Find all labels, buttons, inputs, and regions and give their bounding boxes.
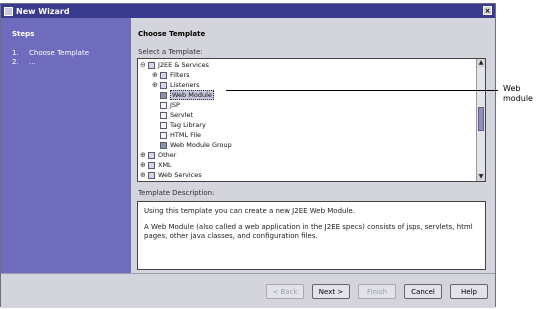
tree-node-label: Tag Library bbox=[170, 121, 206, 129]
step-label: Choose Template bbox=[29, 49, 90, 57]
folder-icon bbox=[160, 71, 167, 79]
app-icon bbox=[4, 6, 13, 16]
expander-icon[interactable]: ⊕ bbox=[140, 151, 148, 159]
step-number: 2. bbox=[12, 58, 19, 66]
new-wizard-dialog: New Wizard × Steps 1. Choose Template 2..… bbox=[0, 3, 496, 308]
tree-node-label: Servlet bbox=[170, 111, 193, 119]
template-tree[interactable]: ⊖ J2EE & Services ⊕ Filters ⊕ Listeners … bbox=[137, 58, 486, 182]
web-module-callout: Web module bbox=[503, 84, 533, 104]
select-template-label: Select a Template: bbox=[138, 48, 203, 56]
tree-node[interactable]: Tag Library bbox=[160, 120, 206, 130]
tree-node-web-module[interactable]: Web Module bbox=[160, 90, 214, 100]
callout-line-1: Web bbox=[503, 84, 521, 93]
next-button[interactable]: Next > bbox=[312, 284, 350, 299]
tree-node-label: Listeners bbox=[170, 81, 200, 89]
tree-node[interactable]: HTML File bbox=[160, 130, 201, 140]
expander-icon[interactable]: ⊕ bbox=[140, 161, 148, 169]
description-line-1: Using this template you can create a new… bbox=[144, 207, 355, 215]
tree-node[interactable]: ⊕ Listeners bbox=[152, 80, 200, 90]
steps-panel: Steps 1. Choose Template 2.... bbox=[1, 18, 131, 273]
scroll-thumb[interactable] bbox=[478, 107, 484, 131]
folder-icon bbox=[160, 81, 167, 89]
module-group-icon bbox=[160, 141, 167, 149]
expander-icon[interactable]: ⊖ bbox=[140, 61, 148, 69]
tree-node-label: Web Module Group bbox=[170, 141, 232, 149]
folder-icon bbox=[148, 161, 155, 169]
tree-node-label: XML bbox=[158, 161, 172, 169]
close-icon[interactable]: × bbox=[483, 6, 492, 15]
expander-icon[interactable]: ⊕ bbox=[152, 81, 160, 89]
tree-node-label: JSP bbox=[170, 101, 180, 109]
tree-node[interactable]: JSP bbox=[160, 100, 180, 110]
step-item: 2.... bbox=[12, 58, 36, 66]
description-line-2: A Web Module (also called a web applicat… bbox=[144, 223, 473, 240]
help-button[interactable]: Help bbox=[450, 284, 488, 299]
tree-node-label: Web Services bbox=[158, 171, 202, 179]
tree-node[interactable]: Servlet bbox=[160, 110, 193, 120]
folder-icon bbox=[148, 61, 155, 69]
title-bar[interactable]: New Wizard × bbox=[1, 4, 495, 18]
tree-node[interactable]: ⊕ Web Services bbox=[140, 170, 202, 180]
template-description-label: Template Description: bbox=[138, 189, 215, 197]
jsp-file-icon bbox=[160, 101, 167, 109]
steps-heading: Steps bbox=[12, 30, 35, 38]
tree-node[interactable]: ⊕ Other bbox=[140, 150, 176, 160]
main-panel: Choose Template Select a Template: ⊖ J2E… bbox=[131, 18, 495, 273]
tree-node-label: Web Module bbox=[170, 90, 214, 100]
web-module-icon bbox=[160, 91, 167, 99]
folder-icon bbox=[148, 151, 155, 159]
folder-icon bbox=[148, 171, 155, 179]
finish-button[interactable]: Finish bbox=[358, 284, 396, 299]
step-number: 1. bbox=[12, 49, 19, 57]
tree-node-label: J2EE & Services bbox=[158, 61, 209, 69]
window-title: New Wizard bbox=[16, 6, 70, 16]
tree-node-label: Filters bbox=[170, 71, 190, 79]
servlet-icon bbox=[160, 111, 167, 119]
tree-node-label: Other bbox=[158, 151, 177, 159]
tag-library-icon bbox=[160, 121, 167, 129]
html-file-icon bbox=[160, 131, 167, 139]
expander-icon[interactable]: ⊕ bbox=[152, 71, 160, 79]
scroll-down-icon[interactable]: ▼ bbox=[477, 173, 485, 181]
expander-icon[interactable]: ⊕ bbox=[140, 171, 148, 179]
tree-node[interactable]: ⊕ Filters bbox=[152, 70, 189, 80]
cancel-button[interactable]: Cancel bbox=[404, 284, 442, 299]
callout-line-2: module bbox=[503, 94, 533, 103]
scroll-up-icon[interactable]: ▲ bbox=[477, 59, 485, 67]
button-bar: < Back Next > Finish Cancel Help bbox=[1, 274, 495, 308]
step-label: ... bbox=[29, 58, 36, 66]
tree-scrollbar[interactable]: ▲ ▼ bbox=[476, 59, 485, 181]
tree-node[interactable]: ⊕ XML bbox=[140, 160, 172, 170]
template-description: Using this template you can create a new… bbox=[137, 201, 486, 270]
tree-node[interactable]: Web Module Group bbox=[160, 140, 232, 150]
page-title: Choose Template bbox=[138, 30, 206, 38]
tree-node-label: HTML File bbox=[170, 131, 202, 139]
tree-node[interactable]: ⊖ J2EE & Services bbox=[140, 60, 209, 70]
callout-leader-line bbox=[226, 90, 498, 91]
step-item: 1. Choose Template bbox=[12, 49, 89, 57]
back-button[interactable]: < Back bbox=[266, 284, 304, 299]
